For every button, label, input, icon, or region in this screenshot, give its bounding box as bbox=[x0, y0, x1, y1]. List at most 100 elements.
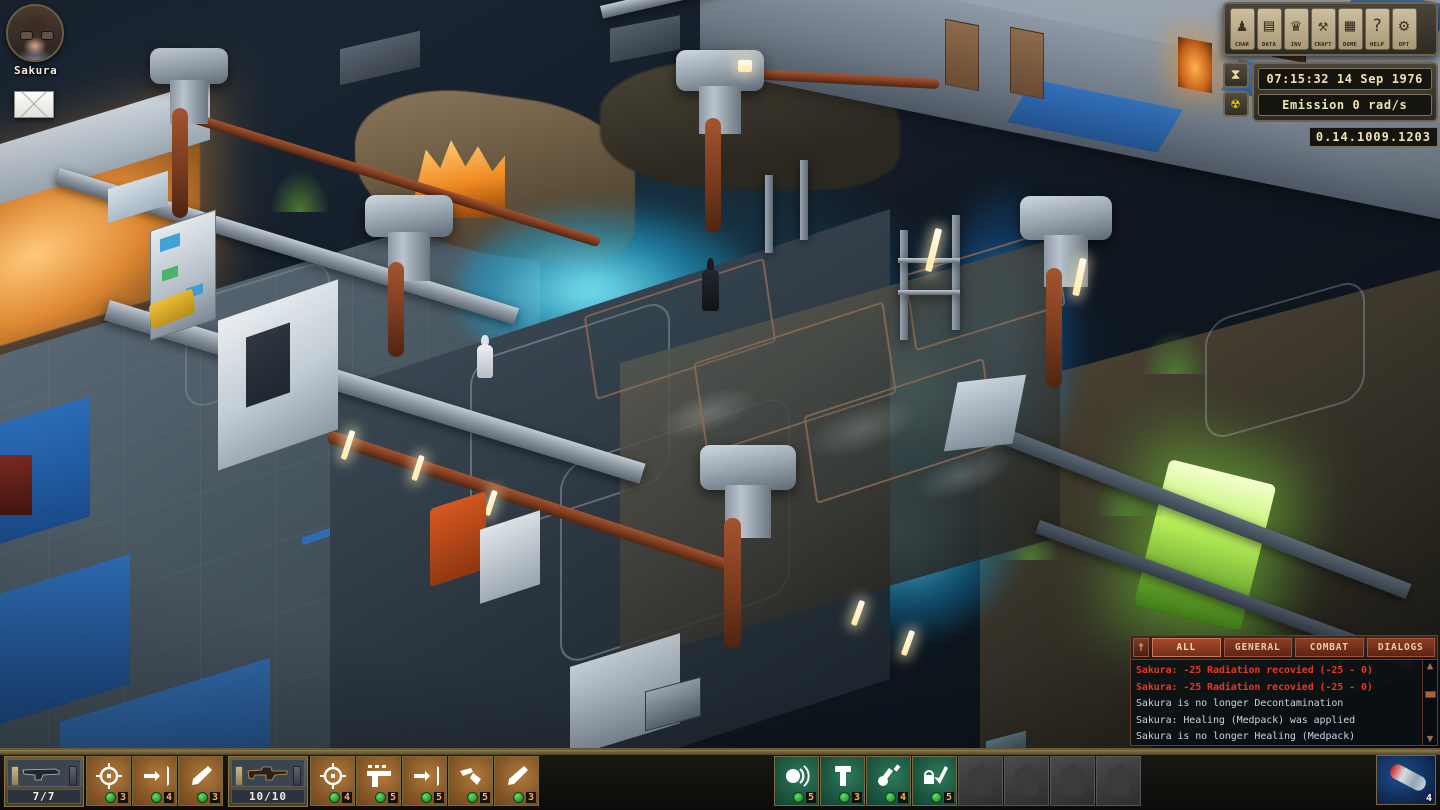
red-vehicle bbox=[0, 455, 32, 515]
ability-psi-wave[interactable]: 5 bbox=[774, 755, 819, 806]
ap-cost: 5 bbox=[792, 791, 816, 803]
player-character[interactable] bbox=[702, 258, 719, 314]
pylon-pipe bbox=[388, 262, 404, 357]
station-door[interactable] bbox=[945, 18, 979, 92]
log-body: Sakura: -25 Radiation recovied (-25 - 0)… bbox=[1130, 660, 1438, 746]
ability-group-smg: 4 5 5 5 3 bbox=[310, 755, 540, 806]
envelope-icon[interactable] bbox=[14, 91, 54, 118]
character-name: Sakura bbox=[14, 64, 58, 77]
ability-aimed-shot-smg[interactable]: 4 bbox=[310, 755, 355, 806]
menu-label: DOME bbox=[1342, 42, 1358, 48]
ap-dot-icon bbox=[466, 791, 478, 803]
ability-grenade[interactable]: 3 bbox=[820, 755, 865, 806]
ap-dot-icon bbox=[512, 791, 524, 803]
log-tab-general[interactable]: GENERAL bbox=[1223, 638, 1292, 657]
lit-doorway[interactable] bbox=[1178, 36, 1212, 94]
ap-value: 3 bbox=[851, 791, 862, 803]
ammo-marker bbox=[235, 766, 243, 786]
menu-button-craft[interactable]: ⚒ CRAFT bbox=[1310, 8, 1336, 50]
data-book-icon: ▤ bbox=[1263, 16, 1275, 36]
weapon-slot-smg[interactable]: 10/10 bbox=[228, 756, 308, 807]
ability-suppression[interactable]: 5 bbox=[448, 755, 493, 806]
ability-pistol-whip[interactable]: 3 bbox=[178, 755, 223, 806]
menu-button-dome[interactable]: ▦ DOME bbox=[1337, 8, 1363, 50]
radiation-icon[interactable]: ☢ bbox=[1222, 91, 1249, 117]
scroll-down-icon[interactable]: ▼ bbox=[1427, 733, 1434, 744]
pistol-glyph bbox=[22, 768, 60, 781]
ceiling-lamp bbox=[738, 60, 752, 72]
menu-button-data[interactable]: ▤ DATA bbox=[1256, 8, 1282, 50]
scroll-up-icon[interactable]: ▲ bbox=[1427, 660, 1434, 671]
ap-cost: 5 bbox=[930, 791, 954, 803]
log-line: Sakura is no longer Decontamination bbox=[1136, 698, 1344, 709]
ability-burst-fire[interactable]: 4 bbox=[132, 755, 177, 806]
menu-label: INV bbox=[1290, 42, 1302, 48]
syringe-icon bbox=[867, 759, 910, 793]
ability-smg-spray[interactable]: 5 bbox=[356, 755, 401, 806]
ap-cost: 3 bbox=[196, 791, 220, 803]
aimed-shot-icon bbox=[311, 759, 354, 793]
log-tab-combat[interactable]: COMBAT bbox=[1295, 638, 1364, 657]
hourglass-icon[interactable]: ⧗ bbox=[1222, 62, 1249, 88]
smg-spray-icon bbox=[357, 759, 400, 793]
structure-pylon bbox=[700, 445, 796, 538]
scaffold-rung bbox=[898, 290, 960, 295]
ability-melee-bash[interactable]: 3 bbox=[494, 755, 539, 806]
glasses-icon bbox=[20, 31, 54, 40]
pistol-whip-icon bbox=[179, 759, 222, 793]
scrollbar-thumb[interactable] bbox=[1424, 691, 1436, 698]
readouts: 07:15:32 14 Sep 1976 Emission 0 rad/s bbox=[1251, 62, 1438, 122]
menu-label: OPT bbox=[1398, 42, 1410, 48]
npc-scientist[interactable] bbox=[477, 335, 493, 381]
ap-value: 3 bbox=[209, 791, 220, 803]
ap-cost: 5 bbox=[466, 791, 490, 803]
ap-cost: 3 bbox=[512, 791, 536, 803]
anvil-icon: ⚒ bbox=[1317, 16, 1329, 36]
log-tab-dialogs[interactable]: DIALOGS bbox=[1366, 638, 1435, 657]
log-line: Sakura: Healing (Medpack) was applied bbox=[1136, 714, 1356, 726]
ap-value: 4 bbox=[163, 791, 174, 803]
empty-ability-slot[interactable] bbox=[958, 755, 1003, 806]
ability-aimed-shot[interactable]: 3 bbox=[86, 755, 131, 806]
magazine-marker bbox=[293, 766, 301, 786]
ap-cost: 4 bbox=[884, 791, 908, 803]
log-line: Sakura is no longer Healing (Medpack) bbox=[1136, 731, 1356, 742]
ability-group-pistol: 3 4 3 bbox=[86, 755, 224, 806]
empty-ability-slot[interactable] bbox=[1050, 755, 1095, 806]
ability-burst-fire-smg[interactable]: 5 bbox=[402, 755, 447, 806]
log-tab-bar: ☨ ALL GENERAL COMBAT DIALOGS bbox=[1130, 635, 1438, 660]
smg-glyph bbox=[247, 766, 288, 781]
minimap-thumbnail[interactable]: 4 bbox=[1376, 755, 1436, 805]
main-menu-bar: ♟ CHAR ▤ DATA ♛ INV ⚒ CRAFT ▦ DOME ? HEL… bbox=[1222, 2, 1438, 56]
ap-cost: 3 bbox=[838, 791, 862, 803]
empty-ability-slot[interactable] bbox=[1096, 755, 1141, 806]
smg-icon bbox=[231, 759, 305, 787]
grenade-icon bbox=[821, 759, 864, 793]
ammo-marker bbox=[11, 766, 19, 786]
pin-icon[interactable]: ☨ bbox=[1133, 638, 1149, 657]
log-tab-all[interactable]: ALL bbox=[1152, 638, 1221, 657]
ability-lockpick[interactable]: 5 bbox=[912, 755, 957, 806]
menu-button-opt[interactable]: ⚙ OPT bbox=[1391, 8, 1417, 50]
log-scrollbar[interactable]: ▲ ▼ bbox=[1422, 660, 1437, 745]
ability-syringe[interactable]: 4 bbox=[866, 755, 911, 806]
station-door[interactable] bbox=[1010, 26, 1044, 100]
ap-dot-icon bbox=[328, 791, 340, 803]
menu-button-help[interactable]: ? HELP bbox=[1364, 8, 1390, 50]
menu-label: DATA bbox=[1261, 42, 1277, 48]
structure-pylon bbox=[365, 195, 453, 282]
avatar[interactable] bbox=[6, 4, 64, 62]
version-label-wrap: 0.14.1009.1203 bbox=[1223, 126, 1438, 147]
scaffold-post bbox=[800, 160, 808, 240]
pylon-pipe bbox=[705, 118, 721, 233]
version-label: 0.14.1009.1203 bbox=[1308, 127, 1438, 147]
menu-button-inv[interactable]: ♛ INV bbox=[1283, 8, 1309, 50]
structure-pylon bbox=[1020, 196, 1112, 287]
empty-ability-slot[interactable] bbox=[1004, 755, 1049, 806]
ap-value: 5 bbox=[479, 791, 490, 803]
weapon-slot-pistol[interactable]: 7/7 bbox=[4, 756, 84, 807]
menu-button-char[interactable]: ♟ CHAR bbox=[1229, 8, 1255, 50]
psi-wave-icon bbox=[775, 759, 818, 793]
magazine-marker bbox=[69, 766, 77, 786]
ap-dot-icon bbox=[884, 791, 896, 803]
